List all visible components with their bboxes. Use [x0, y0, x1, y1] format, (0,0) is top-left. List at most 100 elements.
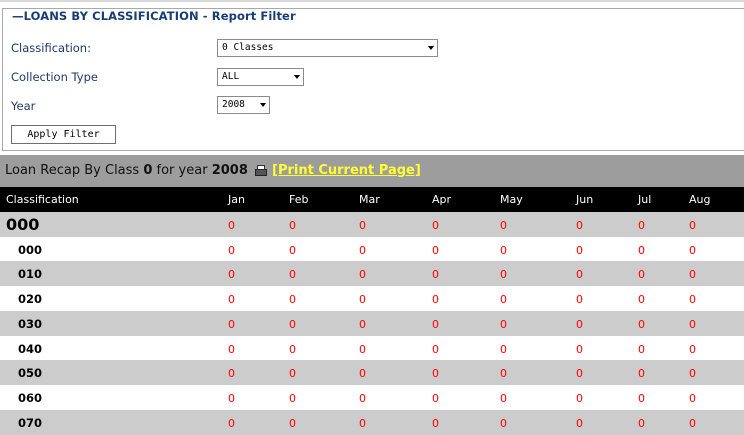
classification-select[interactable]: 0 Classes: [217, 39, 438, 57]
month-value-cell: 0: [576, 219, 583, 232]
month-value-cell: 0: [500, 243, 507, 257]
classification-select-value: 0 Classes: [222, 42, 274, 53]
month-value-cell: 0: [638, 317, 645, 331]
month-value-cell: 0: [576, 416, 583, 430]
classification-cell: 070: [18, 415, 43, 430]
recap-bar: Loan Recap By Class 0 for year 2008 [Pri…: [0, 155, 744, 187]
top-divider: [0, 0, 744, 2]
year-label: Year: [11, 99, 36, 113]
month-value-cell: 0: [359, 317, 366, 331]
month-value-cell: 0: [289, 293, 296, 307]
month-value-cell: 0: [289, 219, 296, 232]
month-value-cell: 0: [500, 416, 507, 430]
report-filter-legend: —LOANS BY CLASSIFICATION - Report Filter: [12, 9, 299, 23]
collection-type-select-value: ALL: [222, 71, 240, 82]
classification-cell: 060: [18, 390, 43, 405]
header-classification: Classification: [6, 193, 79, 206]
table-row: 020 0 0 0 0 0 0 0 0: [0, 286, 744, 312]
table-row: 010 0 0 0 0 0 0 0 0: [0, 261, 744, 287]
month-value-cell: 0: [228, 243, 235, 257]
print-current-page-link[interactable]: [Print Current Page]: [272, 163, 421, 178]
recap-class-value: 0: [143, 163, 153, 178]
month-value-cell: 0: [638, 367, 645, 381]
month-value-cell: 0: [576, 293, 583, 307]
month-value-cell: 0: [500, 293, 507, 307]
month-value-cell: 0: [289, 317, 296, 331]
month-value-cell: 0: [359, 342, 366, 356]
collection-type-select[interactable]: ALL: [217, 68, 304, 86]
table-row: 060 0 0 0 0 0 0 0 0: [0, 384, 744, 410]
table-row: 000 0 0 0 0 0 0 0 0: [0, 236, 744, 262]
month-value-cell: 0: [432, 367, 439, 381]
month-value-cell: 0: [432, 219, 439, 232]
header-mar: Mar: [359, 193, 380, 206]
month-value-cell: 0: [228, 317, 235, 331]
collection-type-label: Collection Type: [11, 70, 98, 84]
month-value-cell: 0: [689, 416, 696, 430]
month-value-cell: 0: [228, 391, 235, 405]
group-label: 000: [6, 215, 40, 234]
chevron-down-icon: [428, 46, 434, 50]
month-value-cell: 0: [228, 268, 235, 282]
year-select[interactable]: 2008: [217, 96, 270, 114]
header-jun: Jun: [576, 193, 594, 206]
table-header-row: Classification Jan Feb Mar Apr May Jun J…: [0, 187, 744, 212]
header-aug: Aug: [689, 193, 711, 206]
month-value-cell: 0: [638, 243, 645, 257]
month-value-cell: 0: [432, 391, 439, 405]
month-value-cell: 0: [576, 268, 583, 282]
month-value-cell: 0: [359, 367, 366, 381]
month-value-cell: 0: [576, 367, 583, 381]
month-value-cell: 0: [500, 342, 507, 356]
month-value-cell: 0: [500, 391, 507, 405]
table-row: 030 0 0 0 0 0 0 0 0: [0, 310, 744, 336]
month-value-cell: 0: [432, 342, 439, 356]
month-value-cell: 0: [432, 293, 439, 307]
month-value-cell: 0: [228, 416, 235, 430]
month-value-cell: 0: [289, 342, 296, 356]
month-value-cell: 0: [689, 342, 696, 356]
month-value-cell: 0: [432, 243, 439, 257]
month-value-cell: 0: [638, 342, 645, 356]
header-may: May: [500, 193, 523, 206]
month-value-cell: 0: [228, 219, 235, 232]
month-value-cell: 0: [689, 317, 696, 331]
printer-icon[interactable]: [255, 165, 268, 176]
month-value-cell: 0: [359, 416, 366, 430]
classification-cell: 050: [18, 366, 43, 381]
month-value-cell: 0: [359, 268, 366, 282]
month-value-cell: 0: [289, 367, 296, 381]
legend-title: LOANS BY CLASSIFICATION - Report Filter: [23, 9, 296, 23]
chevron-down-icon: [260, 103, 266, 107]
classification-cell: 010: [18, 267, 43, 282]
chevron-down-icon: [294, 75, 300, 79]
header-jul: Jul: [638, 193, 652, 206]
classification-cell: 000: [18, 242, 43, 257]
year-select-value: 2008: [222, 99, 245, 110]
classification-label: Classification:: [11, 41, 91, 55]
month-value-cell: 0: [228, 342, 235, 356]
table-row: 070 0 0 0 0 0 0 0 0: [0, 409, 744, 435]
recap-year-value: 2008: [211, 163, 248, 178]
month-value-cell: 0: [689, 219, 696, 232]
recap-middle: for year: [156, 163, 208, 178]
header-feb: Feb: [289, 193, 309, 206]
month-value-cell: 0: [500, 219, 507, 232]
month-value-cell: 0: [432, 268, 439, 282]
apply-filter-button[interactable]: Apply Filter: [11, 125, 116, 144]
month-value-cell: 0: [500, 268, 507, 282]
classification-cell: 020: [18, 292, 43, 307]
month-value-cell: 0: [432, 317, 439, 331]
month-value-cell: 0: [689, 268, 696, 282]
header-jan: Jan: [228, 193, 245, 206]
month-value-cell: 0: [289, 391, 296, 405]
month-value-cell: 0: [359, 243, 366, 257]
header-apr: Apr: [432, 193, 452, 206]
table-row: 040 0 0 0 0 0 0 0 0: [0, 335, 744, 361]
month-value-cell: 0: [689, 391, 696, 405]
classification-cell: 030: [18, 316, 43, 331]
month-value-cell: 0: [228, 293, 235, 307]
recap-heading: Loan Recap By Class 0 for year 2008 [Pri…: [5, 163, 421, 178]
month-value-cell: 0: [500, 367, 507, 381]
table-row: 050 0 0 0 0 0 0 0 0: [0, 360, 744, 386]
